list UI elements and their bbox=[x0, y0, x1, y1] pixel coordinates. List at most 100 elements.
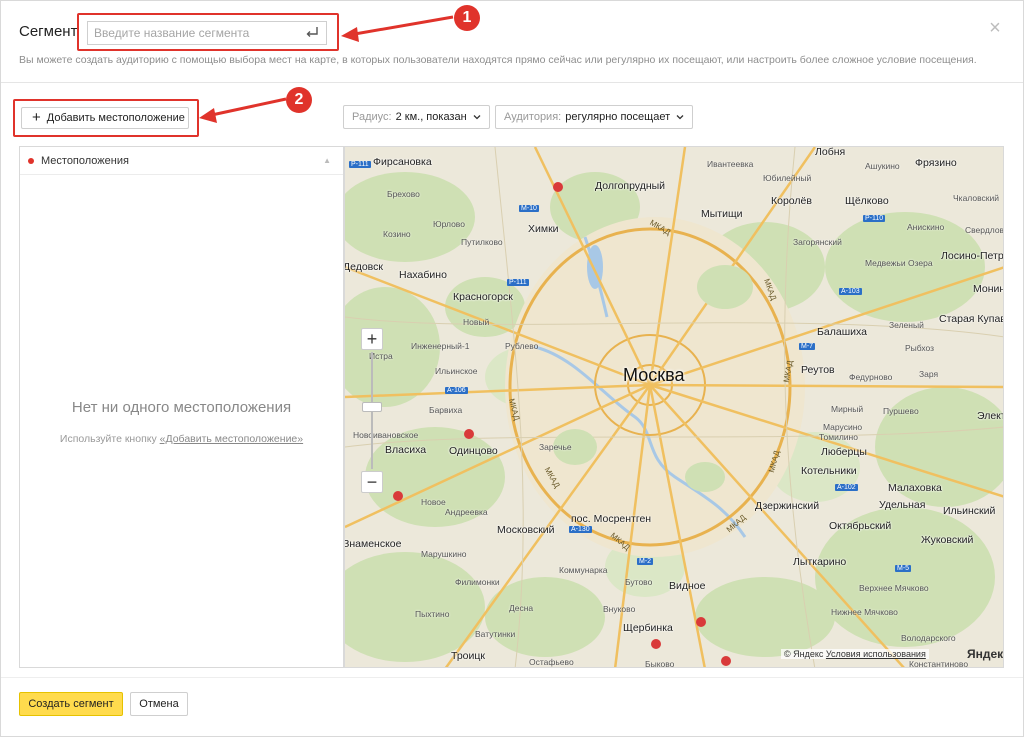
map-place-small: Ашукино bbox=[865, 161, 900, 171]
map-place: Дзержинский bbox=[755, 500, 820, 512]
map-place: Старая Купавна bbox=[939, 313, 1003, 325]
audience-select[interactable]: Аудитория: регулярно посещает bbox=[495, 105, 694, 129]
map-place-small: Володарского bbox=[901, 633, 956, 643]
map-place: Лосино-Петровский bbox=[941, 250, 1004, 262]
map-place-small: Марусино bbox=[823, 422, 863, 432]
map-place: Монино bbox=[973, 283, 1003, 295]
map-place: Реутов bbox=[801, 364, 835, 376]
map-place-small: Рыбхоз bbox=[905, 343, 935, 353]
map-place: Люберцы bbox=[821, 446, 867, 458]
map-place-small: Медвежьи Озера bbox=[865, 258, 933, 268]
map-city-label: Москва bbox=[623, 365, 685, 385]
terms-link[interactable]: Условия использования bbox=[826, 649, 926, 659]
map-place-small: Мирный bbox=[831, 404, 864, 414]
map-place: Малаховка bbox=[888, 482, 942, 494]
road-tag: М-5 bbox=[895, 565, 912, 572]
map-place: Лобня bbox=[815, 146, 846, 158]
map-place: Марушкино bbox=[421, 549, 467, 559]
collapse-icon[interactable]: ▲ bbox=[323, 156, 331, 165]
map-place-small: Пыхтино bbox=[415, 609, 450, 619]
close-icon[interactable]: × bbox=[986, 18, 1004, 38]
map-place-small: Десна bbox=[509, 603, 534, 613]
map-place: Бутово bbox=[625, 577, 653, 587]
copyright-text: © Яндекс bbox=[784, 649, 824, 659]
map-place-small: Загорянский bbox=[793, 237, 842, 247]
audience-value: регулярно посещает bbox=[565, 111, 671, 123]
locations-header-label: Местоположения bbox=[41, 154, 129, 167]
map-place: Власиха bbox=[385, 444, 427, 456]
map-place: Электроугли bbox=[977, 410, 1004, 422]
dialog-title: Сегмент bbox=[19, 23, 78, 40]
map-place: Дедовск bbox=[344, 261, 383, 273]
map-place-small: Федурново bbox=[849, 372, 893, 382]
radius-select[interactable]: Радиус: 2 км., показан bbox=[343, 105, 490, 129]
map[interactable]: Москва Лобня Фирсановка Долгопрудный Мыт… bbox=[344, 146, 1004, 668]
map-place: Балашиха bbox=[817, 326, 867, 338]
map-place: Щёлково bbox=[845, 195, 889, 207]
map-place: Знаменское bbox=[344, 538, 402, 550]
map-place: Московский bbox=[497, 524, 555, 536]
map-place-small: Ивантеевка bbox=[707, 159, 754, 169]
locations-panel-header[interactable]: Местоположения ▲ bbox=[20, 147, 343, 175]
map-place-small: Ильинское bbox=[435, 366, 478, 376]
map-place: Ильинский bbox=[943, 505, 996, 517]
map-place-small: Нижнее Мячково bbox=[831, 607, 898, 617]
segment-name-input[interactable] bbox=[87, 21, 327, 45]
dialog-header: Сегмент Вы можете создать аудиторию с по… bbox=[1, 1, 1023, 83]
locations-panel: Местоположения ▲ Нет ни одного местополо… bbox=[19, 146, 344, 668]
create-segment-button[interactable]: Создать сегмент bbox=[19, 692, 123, 716]
map-place-small: Барвиха bbox=[429, 405, 463, 415]
map-place: Химки bbox=[528, 223, 559, 235]
radius-value: 2 км., показан bbox=[395, 111, 467, 123]
map-place-small: Инженерный-1 bbox=[411, 341, 470, 351]
road-tag: Р-111 bbox=[507, 279, 529, 286]
map-place-small: Свердловский bbox=[965, 225, 1004, 235]
add-location-link[interactable]: «Добавить местоположение» bbox=[160, 433, 303, 445]
map-place-small: Коммунарка bbox=[559, 565, 608, 575]
chevron-down-icon bbox=[676, 115, 684, 120]
radius-label: Радиус: bbox=[352, 111, 392, 123]
map-place-small: Константиново bbox=[909, 659, 969, 668]
add-location-button[interactable]: + Добавить местоположение bbox=[21, 107, 189, 129]
plus-icon: + bbox=[32, 109, 41, 126]
road-tag: А-102 bbox=[835, 484, 858, 491]
map-place: Внуково bbox=[603, 604, 636, 614]
road-tag: Р-110 bbox=[863, 215, 886, 222]
map-place-small: Заря bbox=[919, 369, 939, 379]
map-place-small: Козино bbox=[383, 229, 411, 239]
map-place: Долгопрудный bbox=[595, 180, 666, 192]
cancel-button[interactable]: Отмена bbox=[130, 692, 188, 716]
map-place-small: Остафьево bbox=[529, 657, 574, 667]
enter-icon bbox=[306, 27, 318, 37]
map-place: Щербинка bbox=[623, 622, 673, 634]
map-place-small: Чкаловский bbox=[953, 193, 999, 203]
map-place: пос. Мосрентген bbox=[571, 513, 652, 525]
dialog-subtitle: Вы можете создать аудиторию с помощью вы… bbox=[19, 54, 977, 66]
map-place-small: Филимонки bbox=[455, 577, 500, 587]
audience-label: Аудитория: bbox=[504, 111, 562, 123]
map-place-small: Рублево bbox=[505, 341, 539, 351]
map-place: Мытищи bbox=[701, 208, 743, 220]
zoom-out-button[interactable]: − bbox=[361, 471, 383, 493]
road-tag: М-2 bbox=[637, 558, 654, 565]
annotation-badge-1: 1 bbox=[454, 5, 480, 31]
yandex-logo: Яндекс bbox=[967, 647, 1004, 661]
road-tag: Р-111 bbox=[349, 161, 371, 168]
zoom-in-button[interactable]: + bbox=[361, 328, 383, 350]
empty-state-hint: Используйте кнопку «Добавить местоположе… bbox=[20, 433, 343, 445]
map-place-small: Анискино bbox=[907, 222, 945, 232]
map-place-small: Юрлово bbox=[433, 219, 465, 229]
map-place-small: Верхнее Мячково bbox=[859, 583, 929, 593]
annotation-badge-2: 2 bbox=[286, 87, 312, 113]
map-place: Одинцово bbox=[449, 445, 498, 457]
map-place: Красногорск bbox=[453, 291, 513, 303]
zoom-slider-handle[interactable] bbox=[362, 402, 382, 412]
annotation-highlight-name bbox=[77, 13, 339, 51]
segment-dialog: Сегмент Вы можете создать аудиторию с по… bbox=[0, 0, 1024, 737]
map-place: Нахабино bbox=[399, 269, 447, 281]
map-place-small: Новое bbox=[421, 497, 446, 507]
map-place-small: Ватутинки bbox=[475, 629, 516, 639]
empty-state-title: Нет ни одного местоположения bbox=[71, 399, 292, 416]
empty-hint-text: Используйте кнопку bbox=[59, 433, 157, 445]
map-place: Королёв bbox=[771, 195, 812, 207]
